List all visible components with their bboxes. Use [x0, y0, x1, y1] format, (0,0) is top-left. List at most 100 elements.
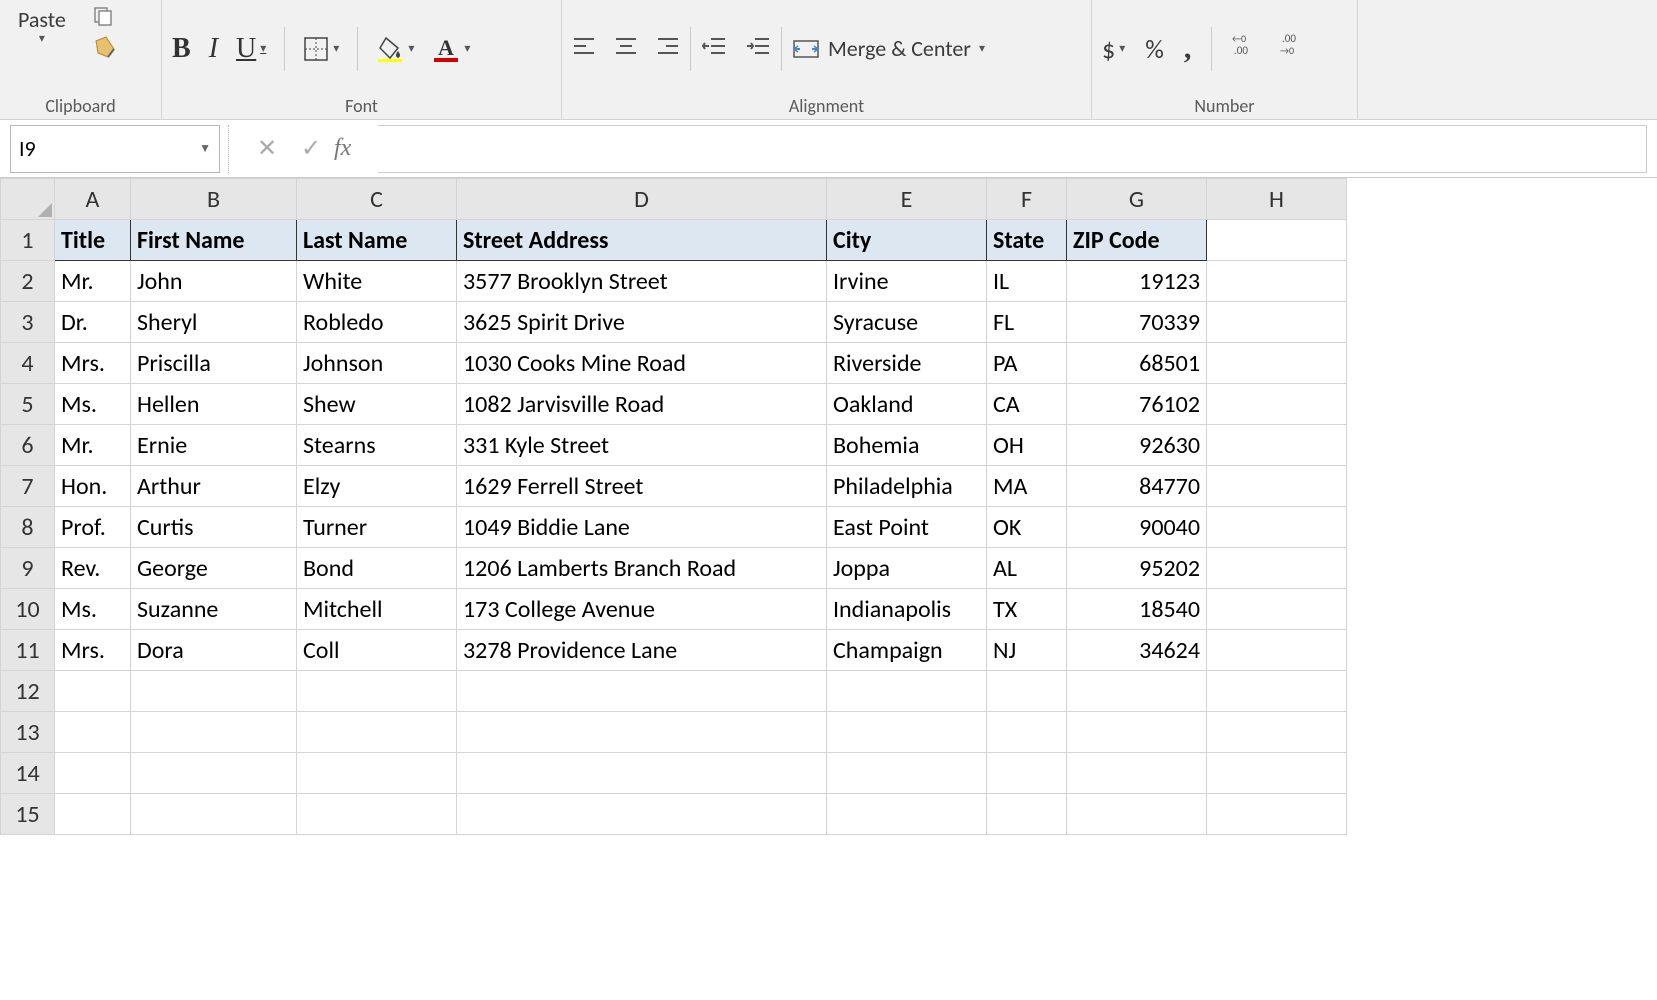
cell[interactable]: Stearns — [297, 425, 457, 466]
cell[interactable]: 19123 — [1067, 261, 1207, 302]
cell[interactable] — [1067, 753, 1207, 794]
row-header[interactable]: 5 — [1, 384, 55, 425]
cell[interactable] — [297, 671, 457, 712]
cell[interactable]: Elzy — [297, 466, 457, 507]
cell[interactable]: Champaign — [827, 630, 987, 671]
cell[interactable]: PA — [987, 343, 1067, 384]
cell[interactable]: Hon. — [55, 466, 131, 507]
copy-icon[interactable] — [92, 6, 118, 31]
cell[interactable] — [827, 671, 987, 712]
cell[interactable]: Mr. — [55, 261, 131, 302]
cell[interactable]: George — [131, 548, 297, 589]
cell[interactable]: Robledo — [297, 302, 457, 343]
cell[interactable]: Turner — [297, 507, 457, 548]
cell[interactable]: Shew — [297, 384, 457, 425]
name-box[interactable]: ▼ — [10, 125, 220, 173]
cell[interactable] — [1207, 302, 1347, 343]
cell[interactable] — [131, 671, 297, 712]
cell[interactable]: 1049 Biddie Lane — [457, 507, 827, 548]
cell[interactable]: Oakland — [827, 384, 987, 425]
currency-button[interactable]: $ ▾ — [1102, 33, 1125, 65]
cell[interactable]: Indianapolis — [827, 589, 987, 630]
cell[interactable]: Bond — [297, 548, 457, 589]
cell[interactable] — [457, 671, 827, 712]
cell[interactable] — [987, 712, 1067, 753]
cell[interactable] — [1207, 753, 1347, 794]
column-header[interactable]: C — [297, 179, 457, 220]
row-header[interactable]: 14 — [1, 753, 55, 794]
cell[interactable]: White — [297, 261, 457, 302]
cell[interactable]: Priscilla — [131, 343, 297, 384]
cell[interactable]: Mrs. — [55, 343, 131, 384]
select-all-corner[interactable] — [1, 179, 55, 220]
cell[interactable]: Rev. — [55, 548, 131, 589]
fill-color-button[interactable]: ▾ — [376, 36, 414, 62]
cell[interactable]: AL — [987, 548, 1067, 589]
comma-button[interactable]: , — [1184, 32, 1192, 66]
align-center-icon[interactable] — [614, 35, 638, 62]
fx-icon[interactable]: fx — [334, 135, 376, 162]
column-header[interactable]: A — [55, 179, 131, 220]
align-right-icon[interactable] — [656, 35, 680, 62]
row-header[interactable]: 1 — [1, 220, 55, 261]
cell[interactable] — [1207, 425, 1347, 466]
cell[interactable] — [827, 753, 987, 794]
cell[interactable]: 95202 — [1067, 548, 1207, 589]
enter-formula-icon[interactable]: ✓ — [290, 126, 332, 172]
cell[interactable] — [55, 671, 131, 712]
cell[interactable]: 70339 — [1067, 302, 1207, 343]
column-header[interactable]: G — [1067, 179, 1207, 220]
table-header-cell[interactable]: Title — [55, 220, 131, 261]
row-header[interactable]: 11 — [1, 630, 55, 671]
cell[interactable] — [1207, 220, 1347, 261]
cell[interactable]: OH — [987, 425, 1067, 466]
cell[interactable] — [1067, 712, 1207, 753]
align-left-icon[interactable] — [572, 35, 596, 62]
cell[interactable]: John — [131, 261, 297, 302]
table-header-cell[interactable]: First Name — [131, 220, 297, 261]
cell[interactable] — [1207, 343, 1347, 384]
column-header[interactable]: E — [827, 179, 987, 220]
cancel-formula-icon[interactable]: ✕ — [246, 126, 288, 172]
table-header-cell[interactable]: State — [987, 220, 1067, 261]
merge-center-button[interactable]: Merge & Center ▾ — [792, 35, 985, 62]
cell[interactable]: Arthur — [131, 466, 297, 507]
cell[interactable]: Bohemia — [827, 425, 987, 466]
cell[interactable] — [1207, 671, 1347, 712]
cell[interactable] — [297, 794, 457, 835]
table-header-cell[interactable]: Last Name — [297, 220, 457, 261]
cell[interactable]: 76102 — [1067, 384, 1207, 425]
cell[interactable] — [1067, 794, 1207, 835]
cell[interactable]: 92630 — [1067, 425, 1207, 466]
cell[interactable]: Johnson — [297, 343, 457, 384]
format-painter-icon[interactable] — [92, 35, 118, 61]
cell[interactable]: 1206 Lamberts Branch Road — [457, 548, 827, 589]
table-header-cell[interactable]: ZIP Code — [1067, 220, 1207, 261]
cell[interactable]: 1030 Cooks Mine Road — [457, 343, 827, 384]
cell[interactable]: 3278 Providence Lane — [457, 630, 827, 671]
cell[interactable]: Riverside — [827, 343, 987, 384]
cell[interactable] — [1207, 630, 1347, 671]
cell[interactable]: 90040 — [1067, 507, 1207, 548]
cell[interactable]: Ms. — [55, 384, 131, 425]
cell[interactable]: NJ — [987, 630, 1067, 671]
cell[interactable]: 1629 Ferrell Street — [457, 466, 827, 507]
cell[interactable]: Syracuse — [827, 302, 987, 343]
cell[interactable]: Mr. — [55, 425, 131, 466]
cell[interactable]: MA — [987, 466, 1067, 507]
cell[interactable] — [457, 753, 827, 794]
cell[interactable]: 1082 Jarvisville Road — [457, 384, 827, 425]
cell[interactable]: Ernie — [131, 425, 297, 466]
cell[interactable]: Dr. — [55, 302, 131, 343]
row-header[interactable]: 6 — [1, 425, 55, 466]
table-header-cell[interactable]: Street Address — [457, 220, 827, 261]
cell[interactable] — [457, 712, 827, 753]
cell[interactable] — [131, 753, 297, 794]
cell[interactable] — [55, 753, 131, 794]
cell[interactable] — [1207, 507, 1347, 548]
cell[interactable]: East Point — [827, 507, 987, 548]
row-header[interactable]: 9 — [1, 548, 55, 589]
cell[interactable]: Dora — [131, 630, 297, 671]
row-header[interactable]: 10 — [1, 589, 55, 630]
cell[interactable]: 84770 — [1067, 466, 1207, 507]
